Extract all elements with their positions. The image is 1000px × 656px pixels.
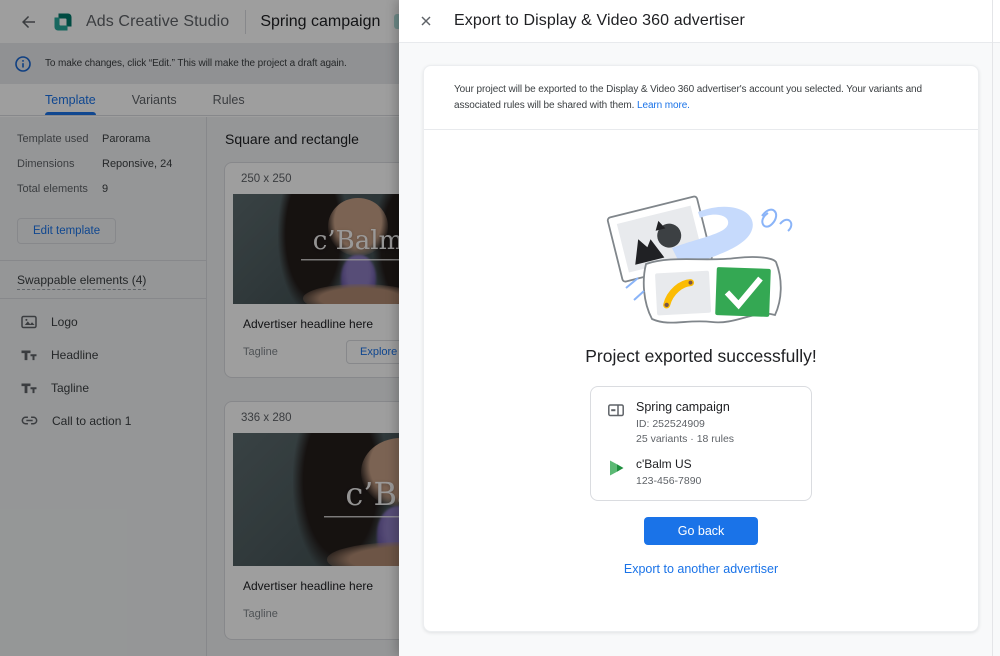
dialog-card: Your project will be exported to the Dis… bbox=[423, 65, 979, 632]
project-id: ID: 252524909 bbox=[636, 417, 734, 431]
close-button[interactable] bbox=[416, 11, 436, 31]
dialog-body: Project exported successfully! Spring ca… bbox=[424, 130, 978, 576]
display-video-360-icon bbox=[607, 458, 625, 476]
screen: Ads Creative Studio Spring campaign COMP… bbox=[0, 0, 1000, 656]
success-heading: Project exported successfully! bbox=[585, 346, 817, 367]
export-to-another-advertiser-link[interactable]: Export to another advertiser bbox=[624, 562, 778, 576]
project-name: Spring campaign bbox=[636, 400, 734, 414]
close-icon bbox=[418, 13, 434, 29]
export-summary-card: Spring campaign ID: 252524909 25 variant… bbox=[590, 386, 812, 501]
advertiser-id: 123-456-7890 bbox=[636, 474, 701, 488]
scrollbar-track[interactable] bbox=[992, 0, 993, 656]
advertiser-row: c'Balm US 123-456-7890 bbox=[607, 457, 795, 488]
banner-ad-icon bbox=[607, 401, 625, 419]
project-meta: 25 variants · 18 rules bbox=[636, 432, 734, 446]
project-row: Spring campaign ID: 252524909 25 variant… bbox=[607, 400, 795, 446]
dialog-title: Export to Display & Video 360 advertiser bbox=[454, 12, 745, 30]
go-back-button[interactable]: Go back bbox=[644, 517, 759, 545]
dialog-description: Your project will be exported to the Dis… bbox=[424, 66, 978, 130]
dialog-header: Export to Display & Video 360 advertiser bbox=[399, 0, 1000, 43]
export-dialog: Export to Display & Video 360 advertiser… bbox=[399, 0, 1000, 656]
learn-more-link[interactable]: Learn more. bbox=[637, 100, 690, 111]
export-success-illustration bbox=[586, 178, 816, 330]
advertiser-name: c'Balm US bbox=[636, 457, 701, 471]
